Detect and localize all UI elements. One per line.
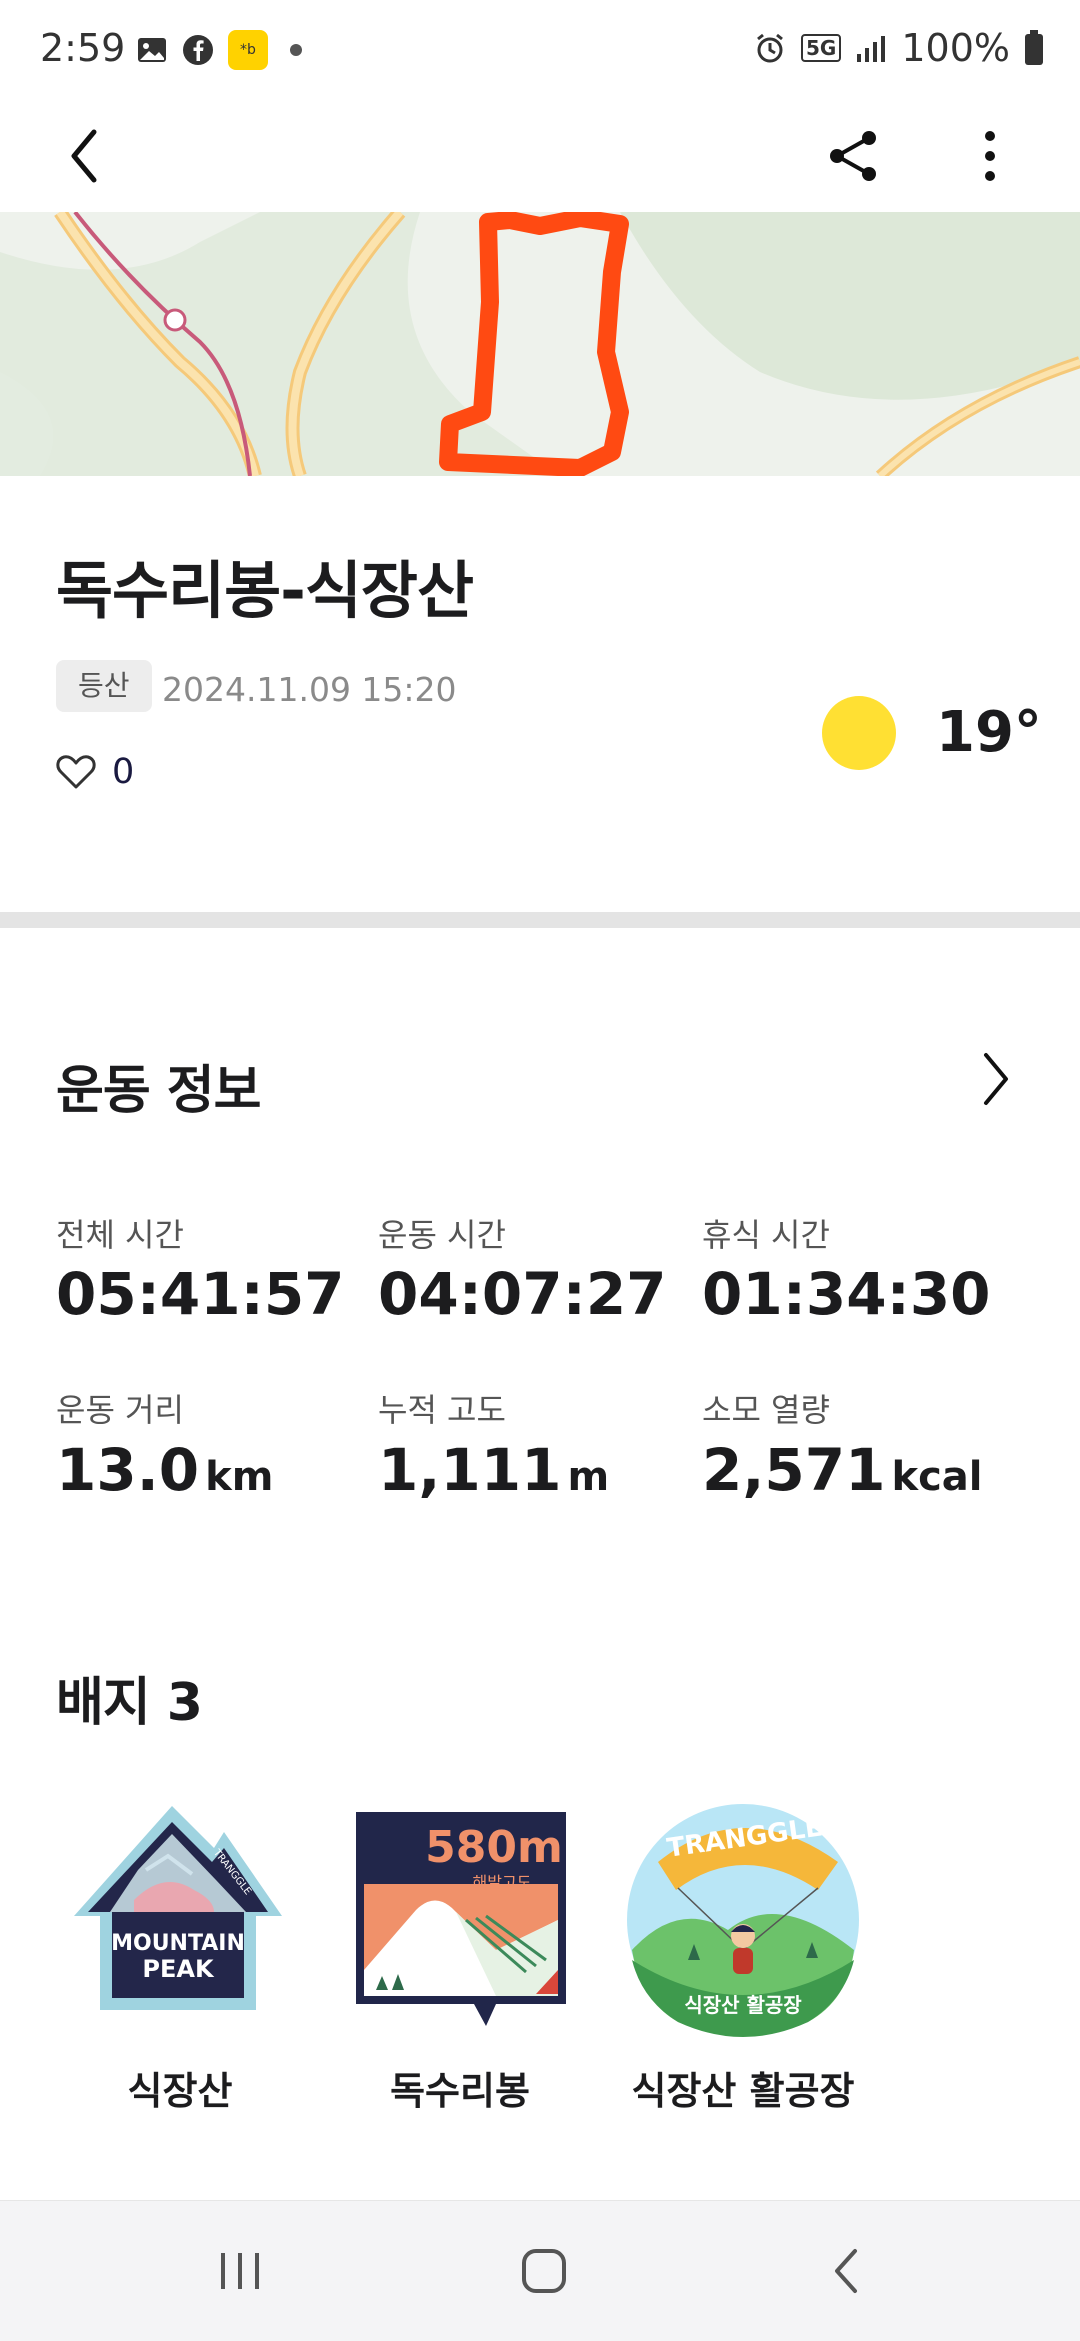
mountain-peak-badge-icon: MOUNTAIN PEAK TRANGGLE [74, 1806, 282, 2010]
stat-label-total-time: 전체 시간 [56, 1216, 184, 1254]
system-nav-bar [0, 2200, 1080, 2341]
sun-icon [822, 696, 896, 770]
exercise-info-more-button[interactable] [966, 1046, 1026, 1112]
badge-mountain-peak[interactable]: MOUNTAIN PEAK TRANGGLE [64, 1800, 294, 2030]
badge-label-1: 식장산 [127, 2069, 233, 2113]
network-badge: 5G [801, 34, 842, 62]
badge-3-art-name: 식장산 활공장 [684, 1993, 802, 2017]
badge-paragliding[interactable]: TRANGGLE 식장산 활공장 [618, 1800, 859, 2037]
alarm-icon [757, 33, 783, 63]
recent-apps-button[interactable] [190, 2231, 290, 2311]
route-map[interactable] [0, 212, 1080, 476]
badge-label-2: 독수리봉 [390, 2069, 530, 2113]
badge-label-3: 식장산 활공장 [631, 2069, 855, 2113]
signal-icon [857, 36, 886, 62]
like-button[interactable]: 0 [56, 752, 134, 792]
map-canvas [0, 212, 1080, 476]
badges-title: 배지 3 [56, 1673, 203, 1733]
svg-text:*b: *b [240, 42, 256, 58]
facebook-icon [183, 35, 213, 65]
recent-apps-icon [221, 2253, 259, 2289]
activity-datetime: 2024.11.09 15:20 [162, 670, 457, 709]
badge-2-art-altitude: 580m [425, 1822, 563, 1873]
more-vertical-icon [985, 131, 995, 181]
badge-2-art-label: 해발고도 [473, 1873, 532, 1892]
stat-label-calories: 소모 열량 [702, 1391, 830, 1429]
stat-value-rest-time: 01:34:30 [702, 1260, 991, 1328]
stat-label-exercise-time: 운동 시간 [378, 1216, 506, 1254]
heart-icon [56, 755, 96, 789]
stat-label-rest-time: 휴식 시간 [702, 1216, 830, 1254]
like-count: 0 [112, 752, 135, 792]
stat-label-elevation: 누적 고도 [378, 1391, 506, 1429]
battery-icon [1025, 30, 1043, 65]
home-button[interactable] [494, 2231, 594, 2311]
altitude-badge-icon: 580m 해발고도 [356, 1812, 566, 2026]
status-bar: 2:59 *b 5G 100% [0, 0, 1080, 100]
app-header [0, 100, 1080, 212]
activity-type-tag: 등산 [56, 660, 152, 712]
status-time: 2:59 [40, 26, 126, 70]
stat-value-calories: 2,571 kcal [702, 1436, 983, 1504]
activity-title: 독수리봉-식장산 [56, 554, 474, 627]
exercise-info-title: 운동 정보 [56, 1061, 261, 1121]
back-button[interactable] [42, 114, 126, 198]
chevron-right-icon [984, 1053, 1008, 1105]
stat-value-total-time: 05:41:57 [56, 1260, 345, 1328]
stat-value-exercise-time: 04:07:27 [378, 1260, 667, 1328]
stat-value-distance: 13.0 km [56, 1436, 274, 1504]
battery-percent: 100% [901, 26, 1010, 70]
status-right: 5G 100% [753, 26, 1044, 70]
stat-value-elevation: 1,111 m [378, 1436, 610, 1504]
paragliding-badge-icon: TRANGGLE 식장산 활공장 [627, 1804, 859, 2037]
share-icon [830, 131, 876, 181]
back-arrow-icon [71, 129, 97, 183]
system-back-button[interactable] [796, 2231, 896, 2311]
temperature: 19° [936, 700, 1042, 765]
back-icon [835, 2249, 857, 2293]
gallery-icon [138, 38, 166, 62]
badge-1-art-line2: PEAK [142, 1955, 215, 1983]
badge-1-art-line1: MOUNTAIN [111, 1931, 245, 1956]
kakao-icon: *b [228, 30, 268, 70]
home-icon [522, 2249, 566, 2293]
badge-altitude[interactable]: 580m 해발고도 [346, 1800, 576, 2030]
dot-icon [290, 44, 302, 56]
section-divider [0, 912, 1080, 928]
share-button[interactable] [812, 114, 896, 198]
stat-label-distance: 운동 거리 [56, 1391, 184, 1429]
more-options-button[interactable] [948, 114, 1032, 198]
